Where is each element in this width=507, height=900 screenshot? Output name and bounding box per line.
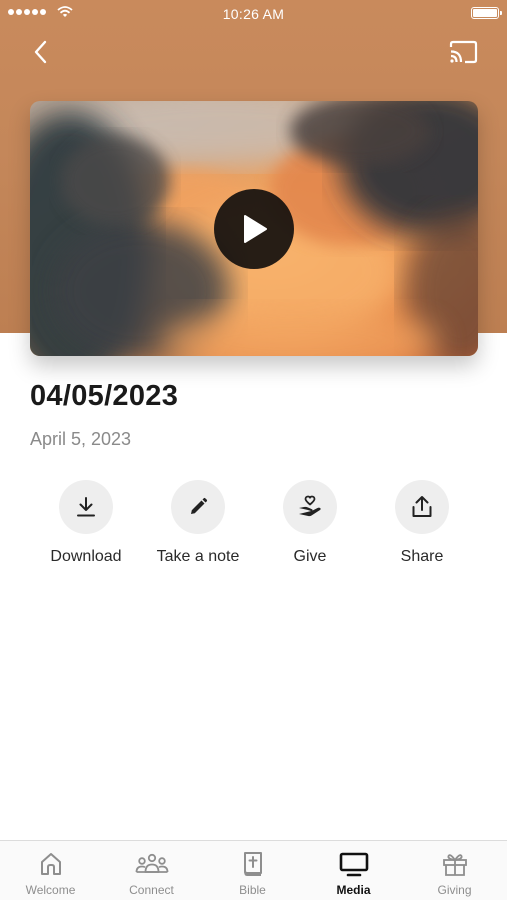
pencil-icon [191,497,208,514]
download-icon [77,497,95,517]
tab-bible-label: Bible [239,883,266,897]
heart-hand-icon [299,495,321,517]
tab-media[interactable]: Media [303,841,404,900]
share-button[interactable]: Share [366,480,478,566]
give-label: Give [293,548,327,565]
download-circle [59,480,113,534]
share-icon [412,496,432,517]
download-button[interactable]: Download [30,480,142,566]
gift-icon [442,854,467,876]
play-icon [244,215,267,243]
play-button[interactable] [214,189,294,269]
take-note-label: Take a note [156,548,240,565]
give-button[interactable]: Give [254,480,366,566]
tab-welcome-label: Welcome [25,883,76,897]
tab-connect-label: Connect [129,883,174,897]
share-label: Share [400,548,444,565]
tv-icon [339,852,368,877]
tab-bible[interactable]: Bible [202,841,303,900]
home-icon [40,853,61,875]
battery-icon [471,7,502,19]
back-button[interactable] [22,34,58,70]
give-circle [283,480,337,534]
take-note-circle [171,480,225,534]
take-note-button[interactable]: Take a note [142,480,254,566]
tab-media-label: Media [336,883,371,897]
status-time: 10:26 AM [222,6,285,22]
cast-icon [449,40,478,64]
action-row: Download Take a note Give Share [30,480,478,580]
sermon-title: 04/05/2023 [30,380,179,412]
share-circle [395,480,449,534]
video-player[interactable] [30,101,478,356]
tab-bar: Welcome Connect Bible Media Giving [0,840,507,900]
chevron-left-icon [34,40,47,64]
download-label: Download [50,548,122,565]
people-icon [135,853,168,873]
status-bar: 10:26 AM [0,0,507,28]
sermon-date: April 5, 2023 [30,429,132,449]
cast-button[interactable] [445,36,481,68]
tab-giving-label: Giving [437,883,472,897]
tab-connect[interactable]: Connect [101,841,202,900]
tab-welcome[interactable]: Welcome [0,841,101,900]
tab-giving[interactable]: Giving [404,841,505,900]
bible-icon [243,852,262,876]
